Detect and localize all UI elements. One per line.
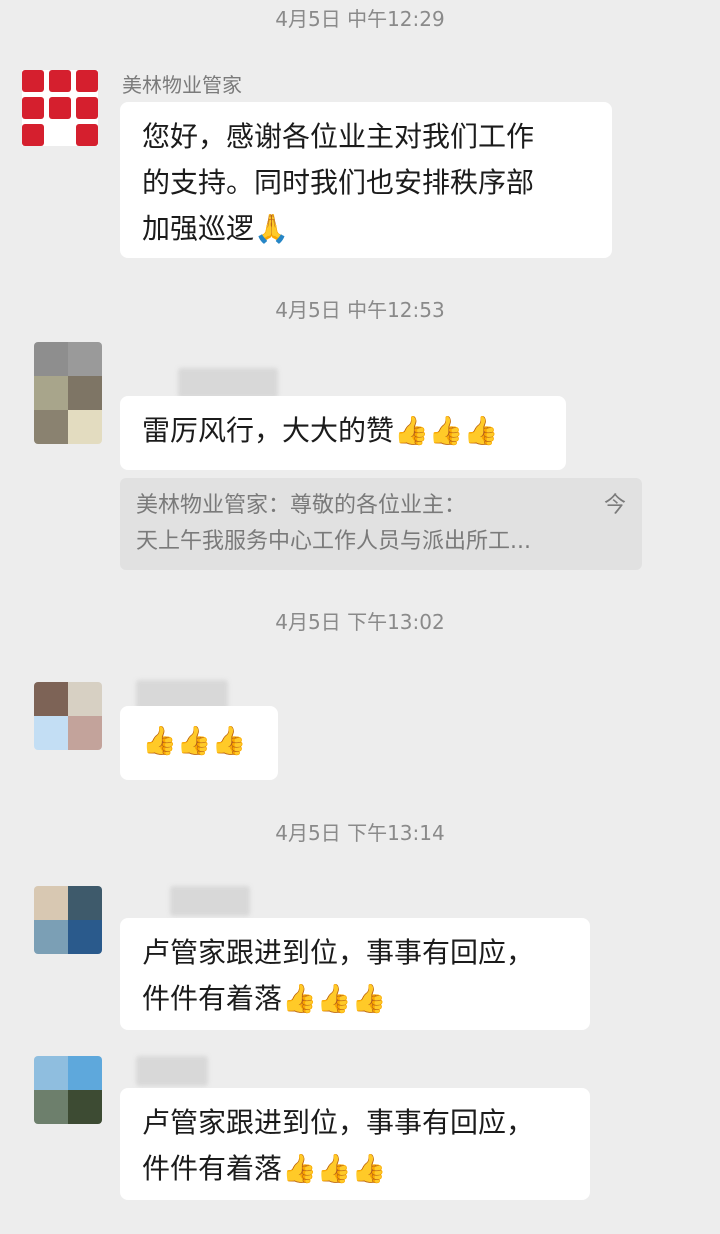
timestamp: 4月5日 下午13:02 <box>275 610 445 634</box>
quote-text: 天上午我服务中心工作人员与派出所工... <box>136 529 531 554</box>
message-line: 件件有着落👍👍👍 <box>142 1152 387 1185</box>
message-line: 件件有着落👍👍👍 <box>142 982 387 1015</box>
timestamp: 4月5日 下午13:14 <box>275 821 445 845</box>
timestamp: 4月5日 中午12:53 <box>275 298 445 322</box>
message-line: 👍👍👍 <box>142 724 247 757</box>
quote-text: 今 <box>603 493 626 518</box>
message-bubble[interactable]: 👍👍👍 <box>120 706 278 780</box>
avatar[interactable] <box>22 70 98 146</box>
blurred-sender-name <box>178 368 278 398</box>
timestamp: 4月5日 中午12:29 <box>275 7 445 31</box>
blurred-sender-name <box>136 1056 208 1086</box>
message-bubble[interactable]: 您好，感谢各位业主对我们工作 的支持。同时我们也安排秩序部 加强巡逻🙏 <box>120 102 612 258</box>
avatar[interactable] <box>34 682 102 750</box>
message-line: 的支持。同时我们也安排秩序部 <box>142 166 535 199</box>
message-line: 雷厉风行，大大的赞👍👍👍 <box>142 414 499 447</box>
quoted-message[interactable]: 美林物业管家：尊敬的各位业主： 今 天上午我服务中心工作人员与派出所工... <box>120 478 642 570</box>
avatar-blur <box>34 376 102 444</box>
message-line: 卢管家跟进到位，事事有回应， <box>142 1106 535 1139</box>
message-line: 卢管家跟进到位，事事有回应， <box>142 936 535 969</box>
message-bubble[interactable]: 卢管家跟进到位，事事有回应， 件件有着落👍👍👍 <box>120 1088 590 1200</box>
message-line: 加强巡逻🙏 <box>142 212 289 245</box>
quote-text: 美林物业管家：尊敬的各位业主： <box>136 493 467 518</box>
message-line: 您好，感谢各位业主对我们工作 <box>142 120 535 153</box>
avatar[interactable] <box>34 886 102 954</box>
blurred-sender-name <box>170 886 250 916</box>
message-bubble[interactable]: 卢管家跟进到位，事事有回应， 件件有着落👍👍👍 <box>120 918 590 1030</box>
sender-name: 美林物业管家 <box>122 73 242 97</box>
avatar[interactable] <box>34 1056 102 1124</box>
message-bubble[interactable]: 雷厉风行，大大的赞👍👍👍 <box>120 396 566 470</box>
